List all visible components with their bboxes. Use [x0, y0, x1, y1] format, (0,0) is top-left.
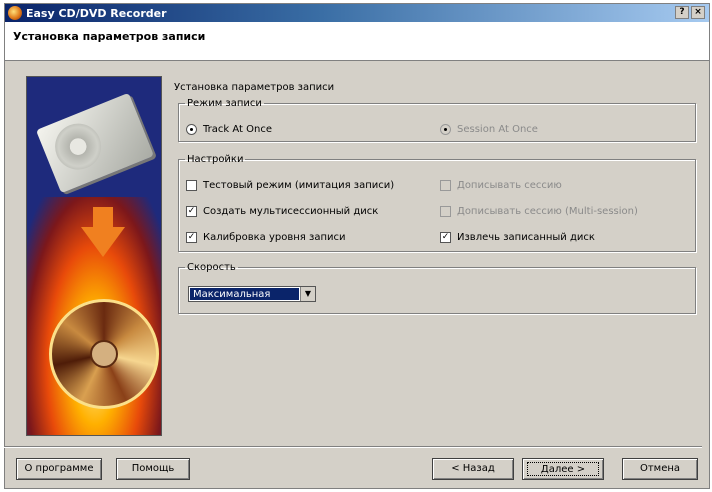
checkbox-label: Дописывать сессию [457, 180, 562, 191]
settings-legend: Настройки [187, 154, 244, 165]
checkbox-label: Калибровка уровня записи [203, 232, 346, 243]
checkbox-label: Извлечь записанный диск [457, 232, 595, 243]
write-mode-legend: Режим записи [187, 98, 262, 109]
write-mode-group: Режим записи [178, 98, 696, 142]
disc-icon [49, 299, 159, 409]
chevron-down-icon[interactable]: ▼ [300, 287, 315, 301]
checkbox-box [440, 180, 451, 191]
checkbox-label: Создать мультисессионный диск [203, 206, 379, 217]
next-button-label: Далее > [527, 462, 599, 476]
radio-label: Session At Once [457, 124, 538, 135]
content-title: Установка параметров записи [174, 82, 335, 93]
close-title-button[interactable]: × [691, 6, 705, 19]
radio-session-at-once: Session At Once [440, 124, 538, 135]
disc-hub [90, 340, 118, 368]
page-title: Установка параметров записи [13, 30, 206, 43]
radio-indicator[interactable] [186, 124, 197, 135]
checkbox-box[interactable]: ✓ [186, 206, 197, 217]
flaming-disc-icon [8, 6, 22, 20]
radio-track-at-once[interactable]: Track At Once [186, 124, 272, 135]
speed-select-value[interactable]: Максимальная [190, 288, 299, 300]
title-bar[interactable]: Easy CD/DVD Recorder ? × [5, 4, 709, 22]
help-button[interactable]: Помощь [116, 458, 190, 480]
hard-drive-icon [35, 92, 155, 194]
help-title-button[interactable]: ? [675, 6, 689, 19]
speed-select[interactable]: Максимальная ▼ [188, 286, 316, 302]
wizard-header: Установка параметров записи [5, 22, 709, 61]
checkbox-box[interactable]: ✓ [186, 232, 197, 243]
hard-drive-platter [48, 116, 109, 177]
checkbox-box[interactable] [186, 180, 197, 191]
back-button[interactable]: < Назад [432, 458, 514, 480]
next-button[interactable]: Далее > [522, 458, 604, 480]
checkbox-calibration[interactable]: ✓ Калибровка уровня записи [186, 232, 345, 243]
checkbox-box [440, 206, 451, 217]
checkbox-test-mode[interactable]: Тестовый режим (имитация записи) [186, 180, 394, 191]
about-button[interactable]: О программе [16, 458, 102, 480]
checkbox-box[interactable]: ✓ [440, 232, 451, 243]
footer-divider [4, 446, 702, 448]
checkbox-append-multisession: Дописывать сессию (Multi-session) [440, 206, 638, 217]
checkbox-eject-disc[interactable]: ✓ Извлечь записанный диск [440, 232, 595, 243]
radio-label: Track At Once [203, 124, 272, 135]
side-illustration [26, 76, 162, 436]
speed-legend: Скорость [187, 262, 236, 273]
window-title: Easy CD/DVD Recorder [26, 6, 167, 20]
checkbox-label: Дописывать сессию (Multi-session) [457, 206, 638, 217]
radio-indicator [440, 124, 451, 135]
checkbox-multisession[interactable]: ✓ Создать мультисессионный диск [186, 206, 378, 217]
checkbox-label: Тестовый режим (имитация записи) [203, 180, 395, 191]
checkbox-append-session: Дописывать сессию [440, 180, 562, 191]
down-arrow-stem [93, 207, 113, 229]
title-buttons: ? × [675, 6, 705, 19]
down-arrow-icon [81, 227, 125, 257]
cancel-button[interactable]: Отмена [622, 458, 698, 480]
